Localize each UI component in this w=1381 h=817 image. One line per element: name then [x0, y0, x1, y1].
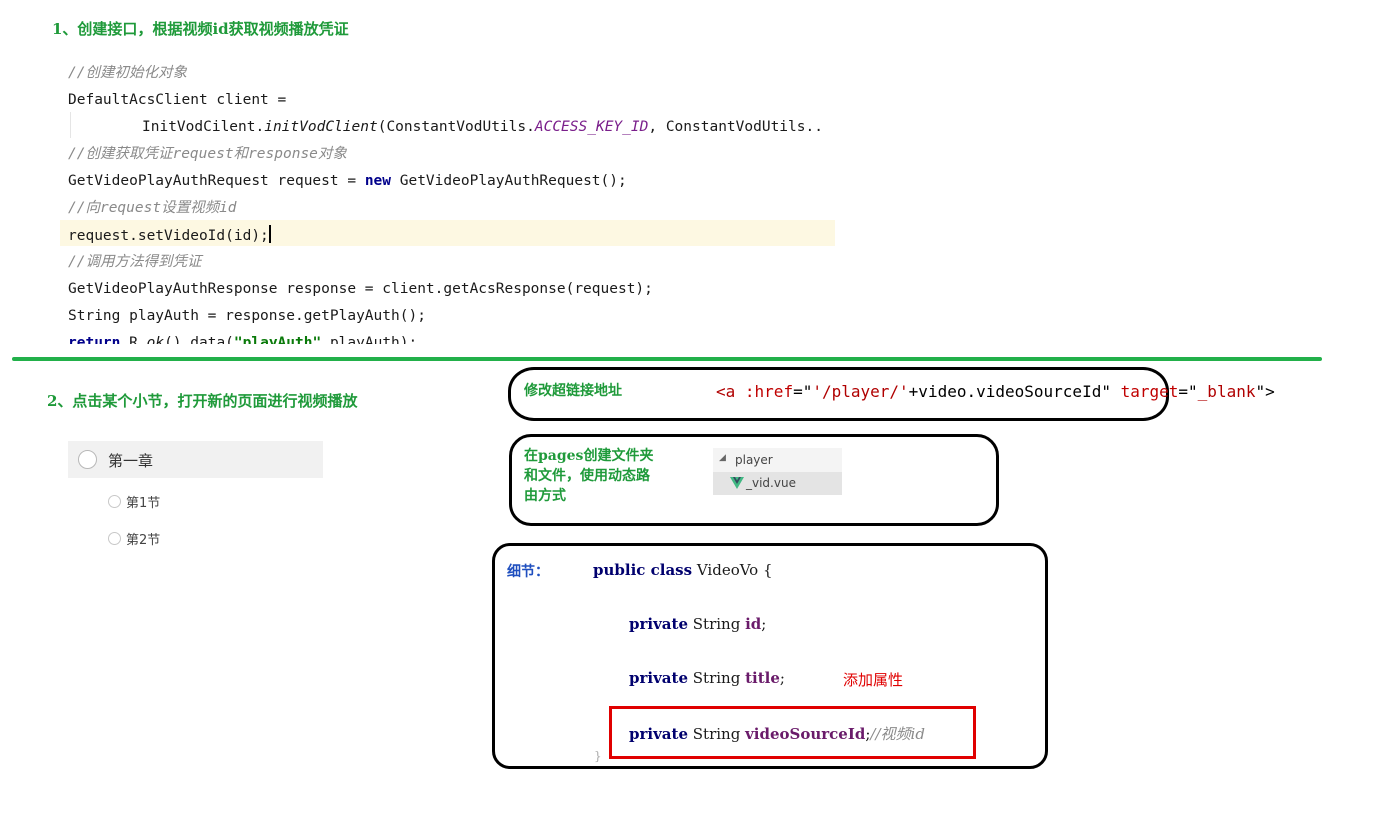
field-keyword: private: [629, 725, 688, 743]
class-declaration: public class VideoVo {: [593, 561, 773, 579]
code-seg: request.setVideoId(id);: [68, 228, 269, 244]
href-expr: +video.videoSourceId: [908, 382, 1102, 401]
field-keyword: private: [629, 669, 688, 687]
note-detail-label: 细节：: [507, 564, 549, 580]
code-line-client: DefaultAcsClient client =: [68, 92, 287, 108]
vue-file-icon: [730, 477, 744, 489]
note-link-label: 修改超链接地址: [524, 383, 622, 399]
code-comment-request: //创建获取凭证request和response对象: [68, 146, 347, 162]
code-method-ok: ok: [146, 335, 165, 344]
href-quote: ": [1101, 382, 1111, 401]
section-2-label[interactable]: 第2节: [126, 529, 160, 548]
field-name-title: title: [745, 669, 780, 687]
file-row-vid[interactable]: _vid.vue: [713, 472, 842, 495]
caret-down-icon[interactable]: ◢: [719, 453, 726, 463]
target-value: _blank: [1197, 382, 1256, 401]
target-eq: =": [1178, 382, 1198, 401]
code-keyword-return: return: [68, 335, 121, 344]
code-comment-init: //创建初始化对象: [68, 65, 187, 81]
code-seg: R.: [120, 335, 147, 344]
code-tail: , ConstantVodUtils..: [648, 119, 823, 135]
href-string: '/player/': [812, 382, 909, 401]
note-pages-line2: 和文件，使用动态路: [524, 468, 650, 484]
indent-guide: [70, 112, 71, 138]
code-block: //创建初始化对象 DefaultAcsClient client = Init…: [60, 60, 840, 344]
code-line-init-call: InitVodCilent.initVodClient(ConstantVodU…: [142, 117, 823, 137]
field-name-id: id: [745, 615, 762, 633]
field-type: String: [688, 669, 746, 687]
chapter-label: 第一章: [108, 452, 154, 470]
file-tree: ◢ player _vid.vue: [713, 448, 842, 495]
code-line-playauth: String playAuth = response.getPlayAuth()…: [68, 308, 426, 324]
field-comment: //视频id: [870, 725, 925, 743]
code-seg: GetVideoPlayAuthRequest request =: [68, 173, 365, 189]
code-method: initVodClient: [264, 119, 378, 135]
target-attr: target: [1110, 382, 1179, 401]
field-title: private String title;: [629, 669, 785, 687]
code-seg: ,playAuth);: [321, 335, 418, 344]
href-code: <a :href="'/player/'+video.videoSourceId…: [716, 382, 1275, 401]
code-keyword-new: new: [364, 173, 392, 189]
href-close: ">: [1255, 382, 1275, 401]
code-constant: ACCESS_KEY_ID: [534, 119, 649, 135]
field-videosourceid: private String videoSourceId;//视频id: [629, 723, 925, 744]
code-comment-get: //调用方法得到凭证: [68, 254, 202, 270]
code-line-return: return R.ok().data("playAuth",playAuth);: [68, 333, 417, 344]
step2-heading: 2、点击某个小节，打开新的页面进行视频播放: [47, 392, 358, 410]
closing-brace: }: [594, 749, 602, 763]
note-pages-line3: 由方式: [524, 488, 566, 504]
code-seg: ().data(: [164, 335, 234, 344]
section-2-radio-icon[interactable]: [108, 532, 121, 545]
note-pages-line1: 在pages创建文件夹: [524, 448, 654, 464]
step1-heading: 1、创建接口，根据视频id获取视频播放凭证: [52, 20, 349, 38]
field-keyword: private: [629, 615, 688, 633]
file-name: _vid.vue: [746, 476, 796, 490]
section-1-label[interactable]: 第1节: [126, 492, 160, 511]
field-type: String: [688, 725, 746, 743]
code-string: "playAuth": [233, 335, 322, 344]
chapter-item[interactable]: 第一章: [68, 441, 323, 478]
field-type: String: [688, 615, 746, 633]
href-eq: =": [793, 382, 813, 401]
href-tag: <a: [716, 382, 745, 401]
code-seg: GetVideoPlayAuthRequest();: [391, 173, 627, 189]
code-line-response: GetVideoPlayAuthResponse response = clie…: [68, 281, 653, 297]
code-class: InitVodCilent.: [142, 119, 265, 135]
folder-name: player: [735, 453, 773, 467]
class-keyword: public class: [593, 561, 693, 579]
folder-row-player[interactable]: ◢ player: [713, 448, 842, 472]
text-caret: [268, 225, 271, 243]
class-name: VideoVo {: [692, 561, 773, 579]
section-1-radio-icon[interactable]: [108, 495, 121, 508]
code-line-request: GetVideoPlayAuthRequest request = new Ge…: [68, 171, 627, 191]
add-attribute-note: 添加属性: [843, 671, 904, 689]
field-id: private String id;: [629, 615, 766, 633]
code-paren: (ConstantVodUtils.: [377, 119, 535, 135]
field-semi: ;: [761, 615, 767, 633]
chapter-radio-icon[interactable]: [78, 450, 97, 469]
code-comment-setid: //向request设置视频id: [68, 200, 237, 216]
field-semi: ;: [779, 669, 785, 687]
code-line-setid[interactable]: request.setVideoId(id);: [68, 225, 271, 246]
field-name-videosourceid: videoSourceId: [745, 725, 866, 743]
note-pages-label: 在pages创建文件夹 和文件，使用动态路 由方式: [524, 446, 653, 506]
section-divider: [12, 357, 1322, 361]
href-attr: :href: [744, 382, 794, 401]
